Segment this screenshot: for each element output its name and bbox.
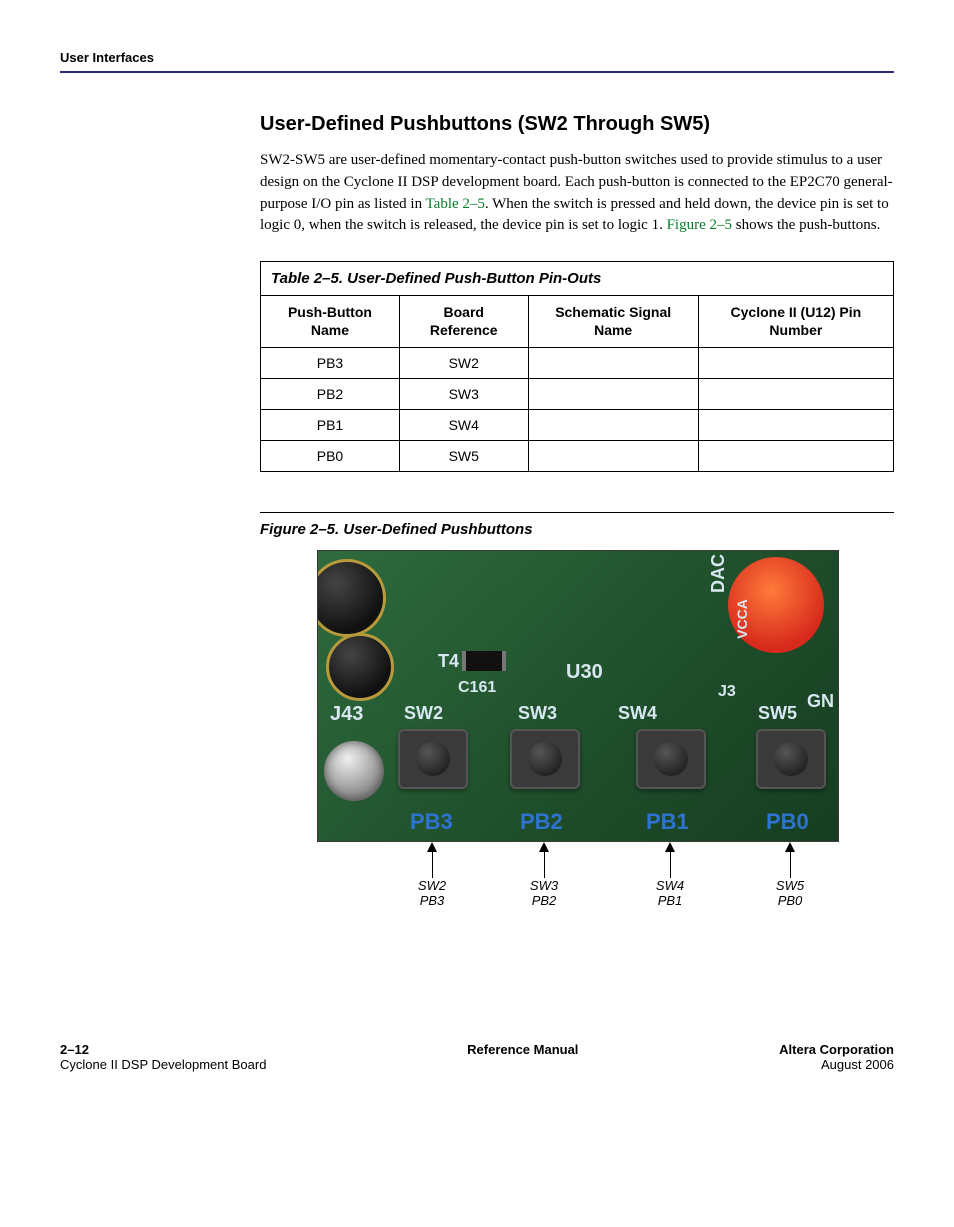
silk-dac: DAC bbox=[708, 554, 729, 593]
pushbutton-icon bbox=[636, 729, 706, 789]
cell: SW2 bbox=[399, 348, 528, 379]
callout: SW2 PB3 bbox=[402, 842, 462, 908]
th-push-button-name: Push-Button Name bbox=[261, 296, 400, 348]
main-content: User-Defined Pushbuttons (SW2 Through SW… bbox=[260, 113, 894, 922]
silk-pb2: PB2 bbox=[520, 809, 563, 835]
silk-t4: T4 bbox=[438, 651, 459, 672]
callout-top: SW3 bbox=[514, 878, 574, 893]
footer-center: Reference Manual bbox=[467, 1042, 578, 1072]
table-header-row: Push-Button Name Board Reference Schemat… bbox=[261, 296, 894, 348]
callout: SW5 PB0 bbox=[760, 842, 820, 908]
header-rule bbox=[60, 71, 894, 73]
running-head: User Interfaces bbox=[60, 50, 894, 65]
body-seg-2: shows the push-buttons. bbox=[732, 217, 880, 233]
cell bbox=[698, 348, 893, 379]
chip-icon bbox=[466, 651, 502, 671]
footer-right: Altera Corporation August 2006 bbox=[779, 1042, 894, 1072]
arrow-up-icon bbox=[785, 842, 795, 852]
th-board-reference: Board Reference bbox=[399, 296, 528, 348]
section-heading: User-Defined Pushbuttons (SW2 Through SW… bbox=[260, 113, 894, 136]
arrow-stem bbox=[432, 852, 433, 878]
pushbutton-icon bbox=[398, 729, 468, 789]
arrow-stem bbox=[544, 852, 545, 878]
callout-top: SW2 bbox=[402, 878, 462, 893]
footer-company: Altera Corporation bbox=[779, 1042, 894, 1057]
arrow-stem bbox=[670, 852, 671, 878]
capacitor-icon bbox=[317, 559, 386, 637]
arrow-up-icon bbox=[427, 842, 437, 852]
xref-table: Table 2–5 bbox=[426, 196, 485, 212]
footer-doc-title: Cyclone II DSP Development Board bbox=[60, 1057, 266, 1072]
silk-sw2: SW2 bbox=[404, 703, 443, 724]
cell: PB3 bbox=[261, 348, 400, 379]
silk-j3: J3 bbox=[718, 683, 736, 701]
table-caption: Table 2–5. User-Defined Push-Button Pin-… bbox=[260, 261, 894, 295]
figure-area: J43 T4 C161 U30 J3 DAC VCCA GN SW2 SW3 S… bbox=[317, 550, 837, 922]
cell bbox=[528, 348, 698, 379]
cell: SW3 bbox=[399, 379, 528, 410]
page-footer: 2–12 Cyclone II DSP Development Board Re… bbox=[60, 1042, 894, 1072]
silk-sw4: SW4 bbox=[618, 703, 657, 724]
cell: PB0 bbox=[261, 441, 400, 472]
callout: SW3 PB2 bbox=[514, 842, 574, 908]
silk-sw5: SW5 bbox=[758, 703, 797, 724]
table-row: PB2 SW3 bbox=[261, 379, 894, 410]
arrow-up-icon bbox=[539, 842, 549, 852]
footer-left: 2–12 Cyclone II DSP Development Board bbox=[60, 1042, 266, 1072]
table-row: PB0 SW5 bbox=[261, 441, 894, 472]
callout-bottom: PB1 bbox=[640, 893, 700, 908]
silk-c161: C161 bbox=[458, 679, 496, 697]
footer-date: August 2006 bbox=[779, 1057, 894, 1072]
callout-top: SW4 bbox=[640, 878, 700, 893]
arrow-up-icon bbox=[665, 842, 675, 852]
callout-bottom: PB3 bbox=[402, 893, 462, 908]
callout-top: SW5 bbox=[760, 878, 820, 893]
callout-bottom: PB2 bbox=[514, 893, 574, 908]
cell: PB2 bbox=[261, 379, 400, 410]
arrow-stem bbox=[790, 852, 791, 878]
pcb-photo: J43 T4 C161 U30 J3 DAC VCCA GN SW2 SW3 S… bbox=[317, 550, 839, 842]
capacitor-icon bbox=[326, 633, 394, 701]
silk-j43: J43 bbox=[330, 703, 363, 726]
silk-gn: GN bbox=[807, 691, 834, 712]
th-schematic-signal-name: Schematic Signal Name bbox=[528, 296, 698, 348]
cell: PB1 bbox=[261, 410, 400, 441]
table-row: PB3 SW2 bbox=[261, 348, 894, 379]
figure-caption: Figure 2–5. User-Defined Pushbuttons bbox=[260, 512, 894, 538]
cell bbox=[698, 410, 893, 441]
silk-u30: U30 bbox=[566, 661, 603, 684]
silk-pb1: PB1 bbox=[646, 809, 689, 835]
footer-page-number: 2–12 bbox=[60, 1042, 266, 1057]
screw-icon bbox=[324, 741, 384, 801]
pinout-table: Table 2–5. User-Defined Push-Button Pin-… bbox=[260, 261, 894, 472]
silk-pb0: PB0 bbox=[766, 809, 809, 835]
cell bbox=[528, 410, 698, 441]
th-pin-number: Cyclone II (U12) Pin Number bbox=[698, 296, 893, 348]
pushbutton-icon bbox=[510, 729, 580, 789]
pushbutton-icon bbox=[756, 729, 826, 789]
cell bbox=[528, 441, 698, 472]
silk-pb3: PB3 bbox=[410, 809, 453, 835]
figure-callouts: SW2 PB3 SW3 PB2 SW4 PB1 bbox=[317, 842, 837, 922]
cell bbox=[698, 441, 893, 472]
silk-sw3: SW3 bbox=[518, 703, 557, 724]
callout-bottom: PB0 bbox=[760, 893, 820, 908]
footer-center-title: Reference Manual bbox=[467, 1042, 578, 1057]
silk-vcca: VCCA bbox=[734, 599, 750, 639]
table-row: PB1 SW4 bbox=[261, 410, 894, 441]
intro-paragraph: SW2-SW5 are user-defined momentary-conta… bbox=[260, 150, 894, 237]
cell: SW4 bbox=[399, 410, 528, 441]
cell bbox=[528, 379, 698, 410]
xref-figure: Figure 2–5 bbox=[667, 217, 732, 233]
cell bbox=[698, 379, 893, 410]
callout: SW4 PB1 bbox=[640, 842, 700, 908]
cell: SW5 bbox=[399, 441, 528, 472]
